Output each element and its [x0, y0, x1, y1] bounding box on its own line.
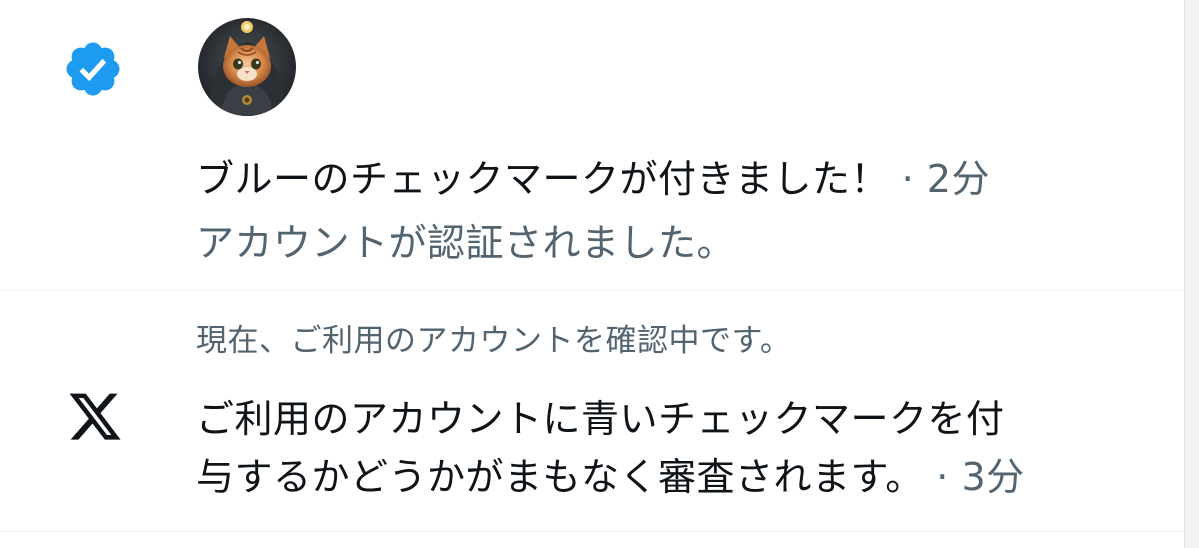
notification-body-line-1: ご利用のアカウントに青いチェックマークを付 — [196, 397, 1005, 441]
avatar[interactable] — [198, 18, 296, 116]
x-logo-icon — [69, 393, 121, 440]
separator: · — [936, 455, 949, 499]
notification-title-text: ブルーのチェックマークが付きました！ — [196, 157, 890, 201]
notification-verified[interactable]: ブルーのチェックマークが付きました！ · 2分 アカウントが認証されました。 — [0, 0, 1185, 291]
notifications-feed: ブルーのチェックマークが付きました！ · 2分 アカウントが認証されました。 現… — [0, 0, 1185, 548]
notification-body-text: 与するかどうかがまもなく審査されます。 — [196, 455, 924, 499]
cat-avatar-image — [198, 18, 296, 116]
notification-body-line-2: 与するかどうかがまもなく審査されます。 · 3分 — [196, 455, 1025, 500]
notification-context: 現在、ご利用のアカウントを確認中です。 — [196, 323, 792, 359]
separator: · — [901, 157, 915, 201]
notification-title: ブルーのチェックマークが付きました！ · 2分 — [196, 157, 990, 202]
verified-badge-icon — [66, 42, 120, 96]
notification-subtitle: アカウントが認証されました。 — [196, 221, 736, 265]
timestamp: 3分 — [961, 455, 1025, 499]
timestamp: 2分 — [926, 157, 990, 201]
scrollbar[interactable] — [1184, 0, 1199, 548]
